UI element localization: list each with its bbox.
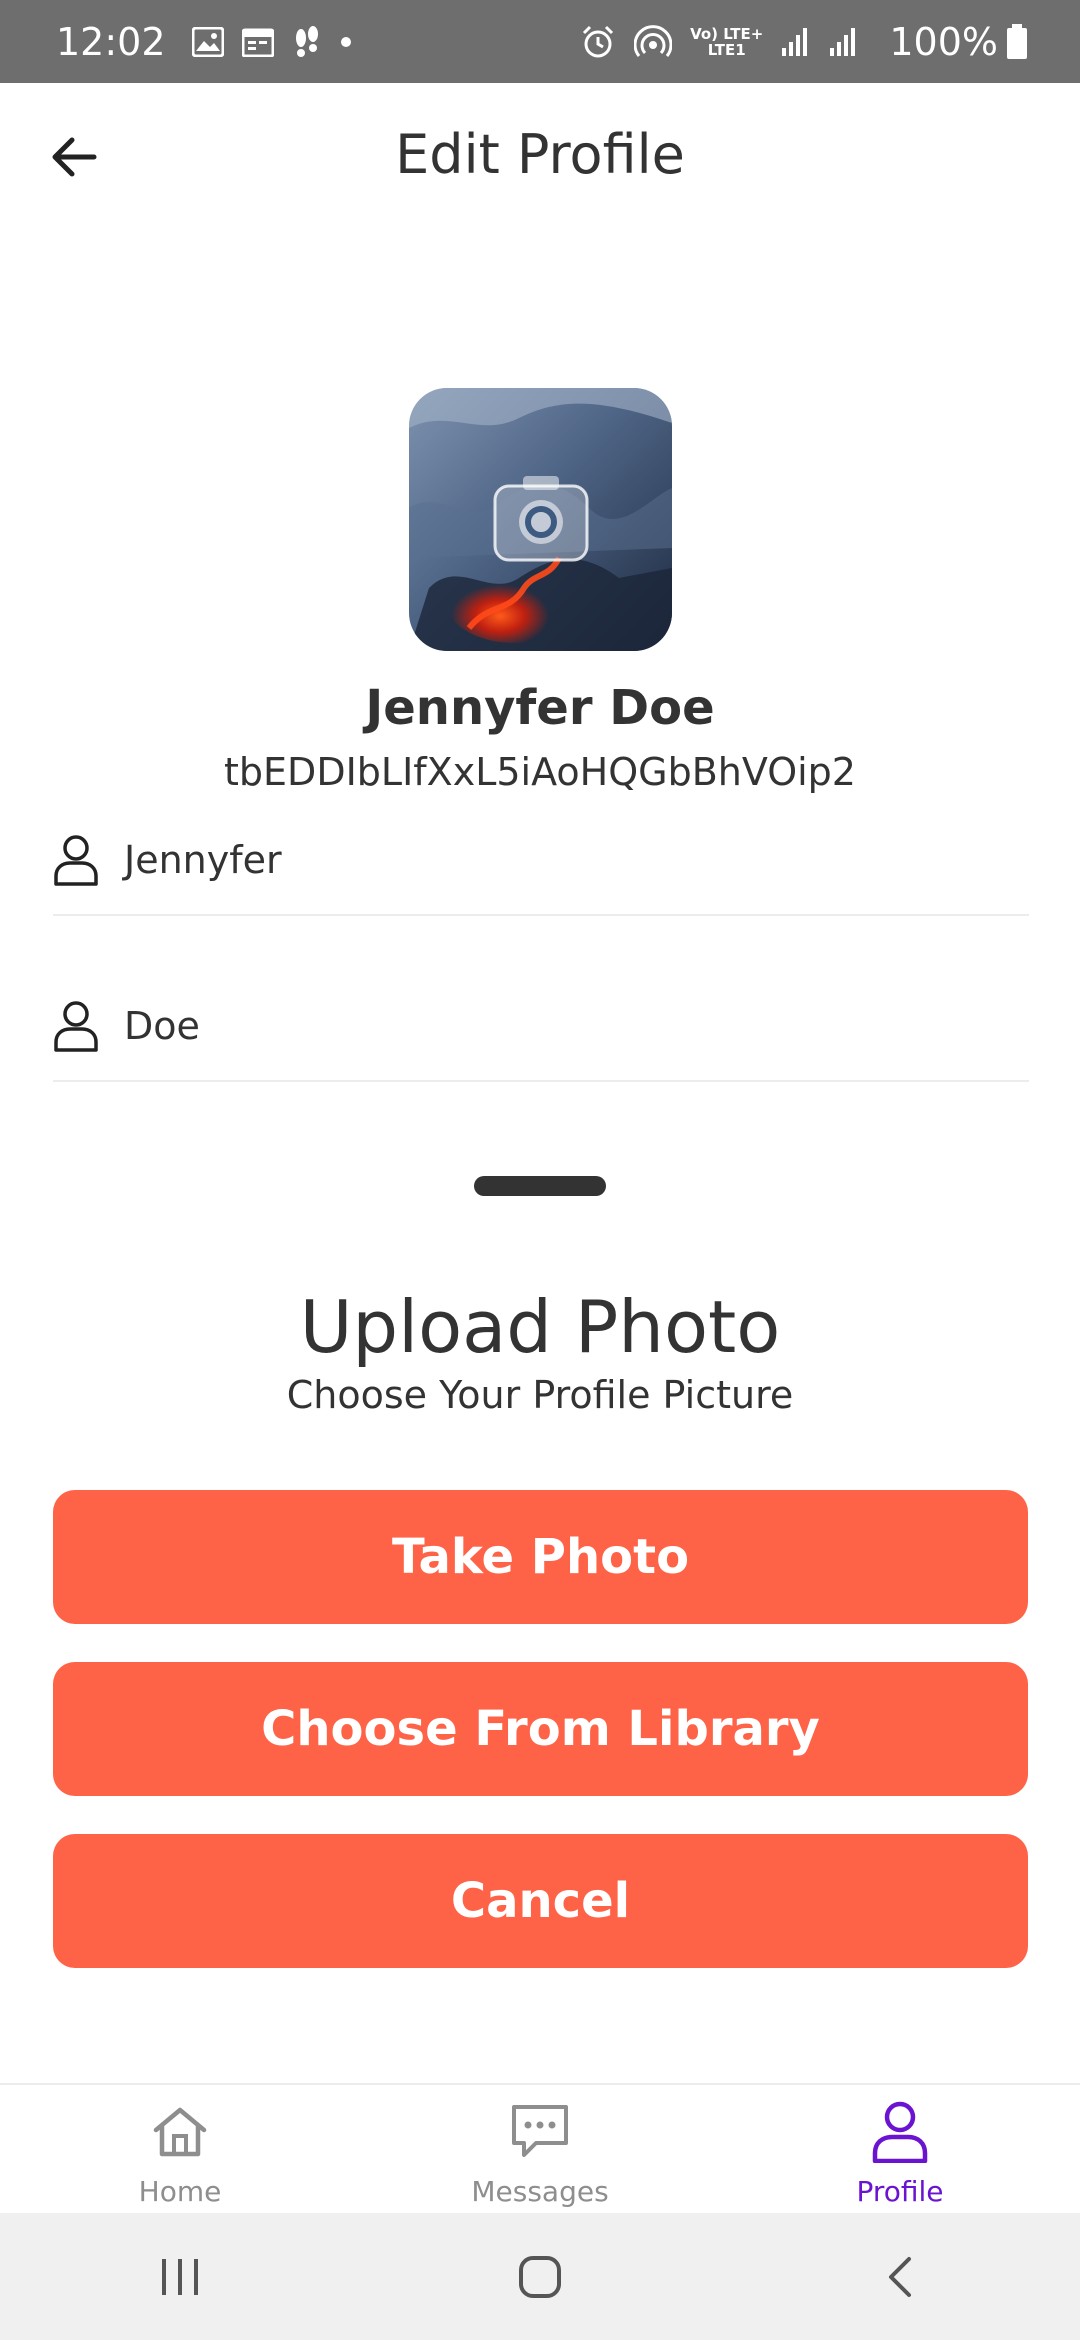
network-type-icon: Vo) LTE+ LTE1 [690,26,763,58]
calendar-icon [241,27,274,57]
system-nav-bar [0,2213,1080,2340]
first-name-value: Jennyfer [124,838,282,882]
nav-item-profile[interactable]: Profile [720,2085,1080,2213]
network-label-top: Vo) LTE+ [690,24,764,43]
profile-icon [870,2101,930,2163]
user-icon [53,1000,99,1052]
status-bar: 12:02 Vo) LTE+ LTE1 100% [0,0,1080,83]
chevron-left-icon [889,2256,911,2297]
alarm-icon [580,24,616,60]
status-right: Vo) LTE+ LTE1 100% [580,20,1028,64]
camera-icon [493,472,589,562]
user-icon [53,834,99,886]
messages-icon [510,2101,570,2163]
notification-dot-icon [340,36,352,48]
last-name-field[interactable]: Doe [53,972,1029,1082]
battery-percent: 100% [889,19,998,64]
profile-avatar[interactable] [409,388,672,651]
nav-label-profile: Profile [856,2175,944,2208]
sheet-subtitle: Choose Your Profile Picture [286,1373,794,1417]
profile-user-id: tbEDDIbLIfXxL5iAoHQGbBhVOip2 [224,750,856,794]
sheet-drag-handle[interactable] [474,1176,606,1196]
nav-item-messages[interactable]: Messages [360,2085,720,2213]
nav-item-home[interactable]: Home [0,2085,360,2213]
take-photo-button[interactable]: Take Photo [53,1490,1028,1624]
nav-label-messages: Messages [471,2175,609,2208]
choose-from-library-button[interactable]: Choose From Library [53,1662,1028,1796]
signal-icon-2 [829,26,859,58]
status-time: 12:02 [56,19,166,64]
home-icon [150,2101,210,2163]
network-label-bottom: LTE1 [707,40,746,59]
nav-label-home: Home [138,2175,222,2208]
signal-icon [781,26,811,58]
battery-icon [1006,23,1028,60]
status-left: 12:02 [56,20,370,64]
recent-apps-button[interactable] [120,2227,240,2327]
header: Edit Profile [0,83,1080,233]
cancel-button[interactable]: Cancel [53,1834,1028,1968]
steps-icon [292,25,322,58]
hotspot-icon [634,24,673,59]
first-name-field[interactable]: Jennyfer [53,806,1029,916]
gallery-icon [191,26,224,57]
bottom-nav: Home Messages Profile [0,2083,1080,2213]
home-circle-icon [519,2255,561,2298]
profile-name: Jennyfer Doe [365,680,715,736]
page-title: Edit Profile [395,123,685,186]
last-name-value: Doe [124,1004,200,1048]
home-system-button[interactable] [480,2227,600,2327]
recent-apps-icon [162,2258,198,2295]
back-system-button[interactable] [840,2227,960,2327]
sheet-title: Upload Photo [299,1285,781,1369]
